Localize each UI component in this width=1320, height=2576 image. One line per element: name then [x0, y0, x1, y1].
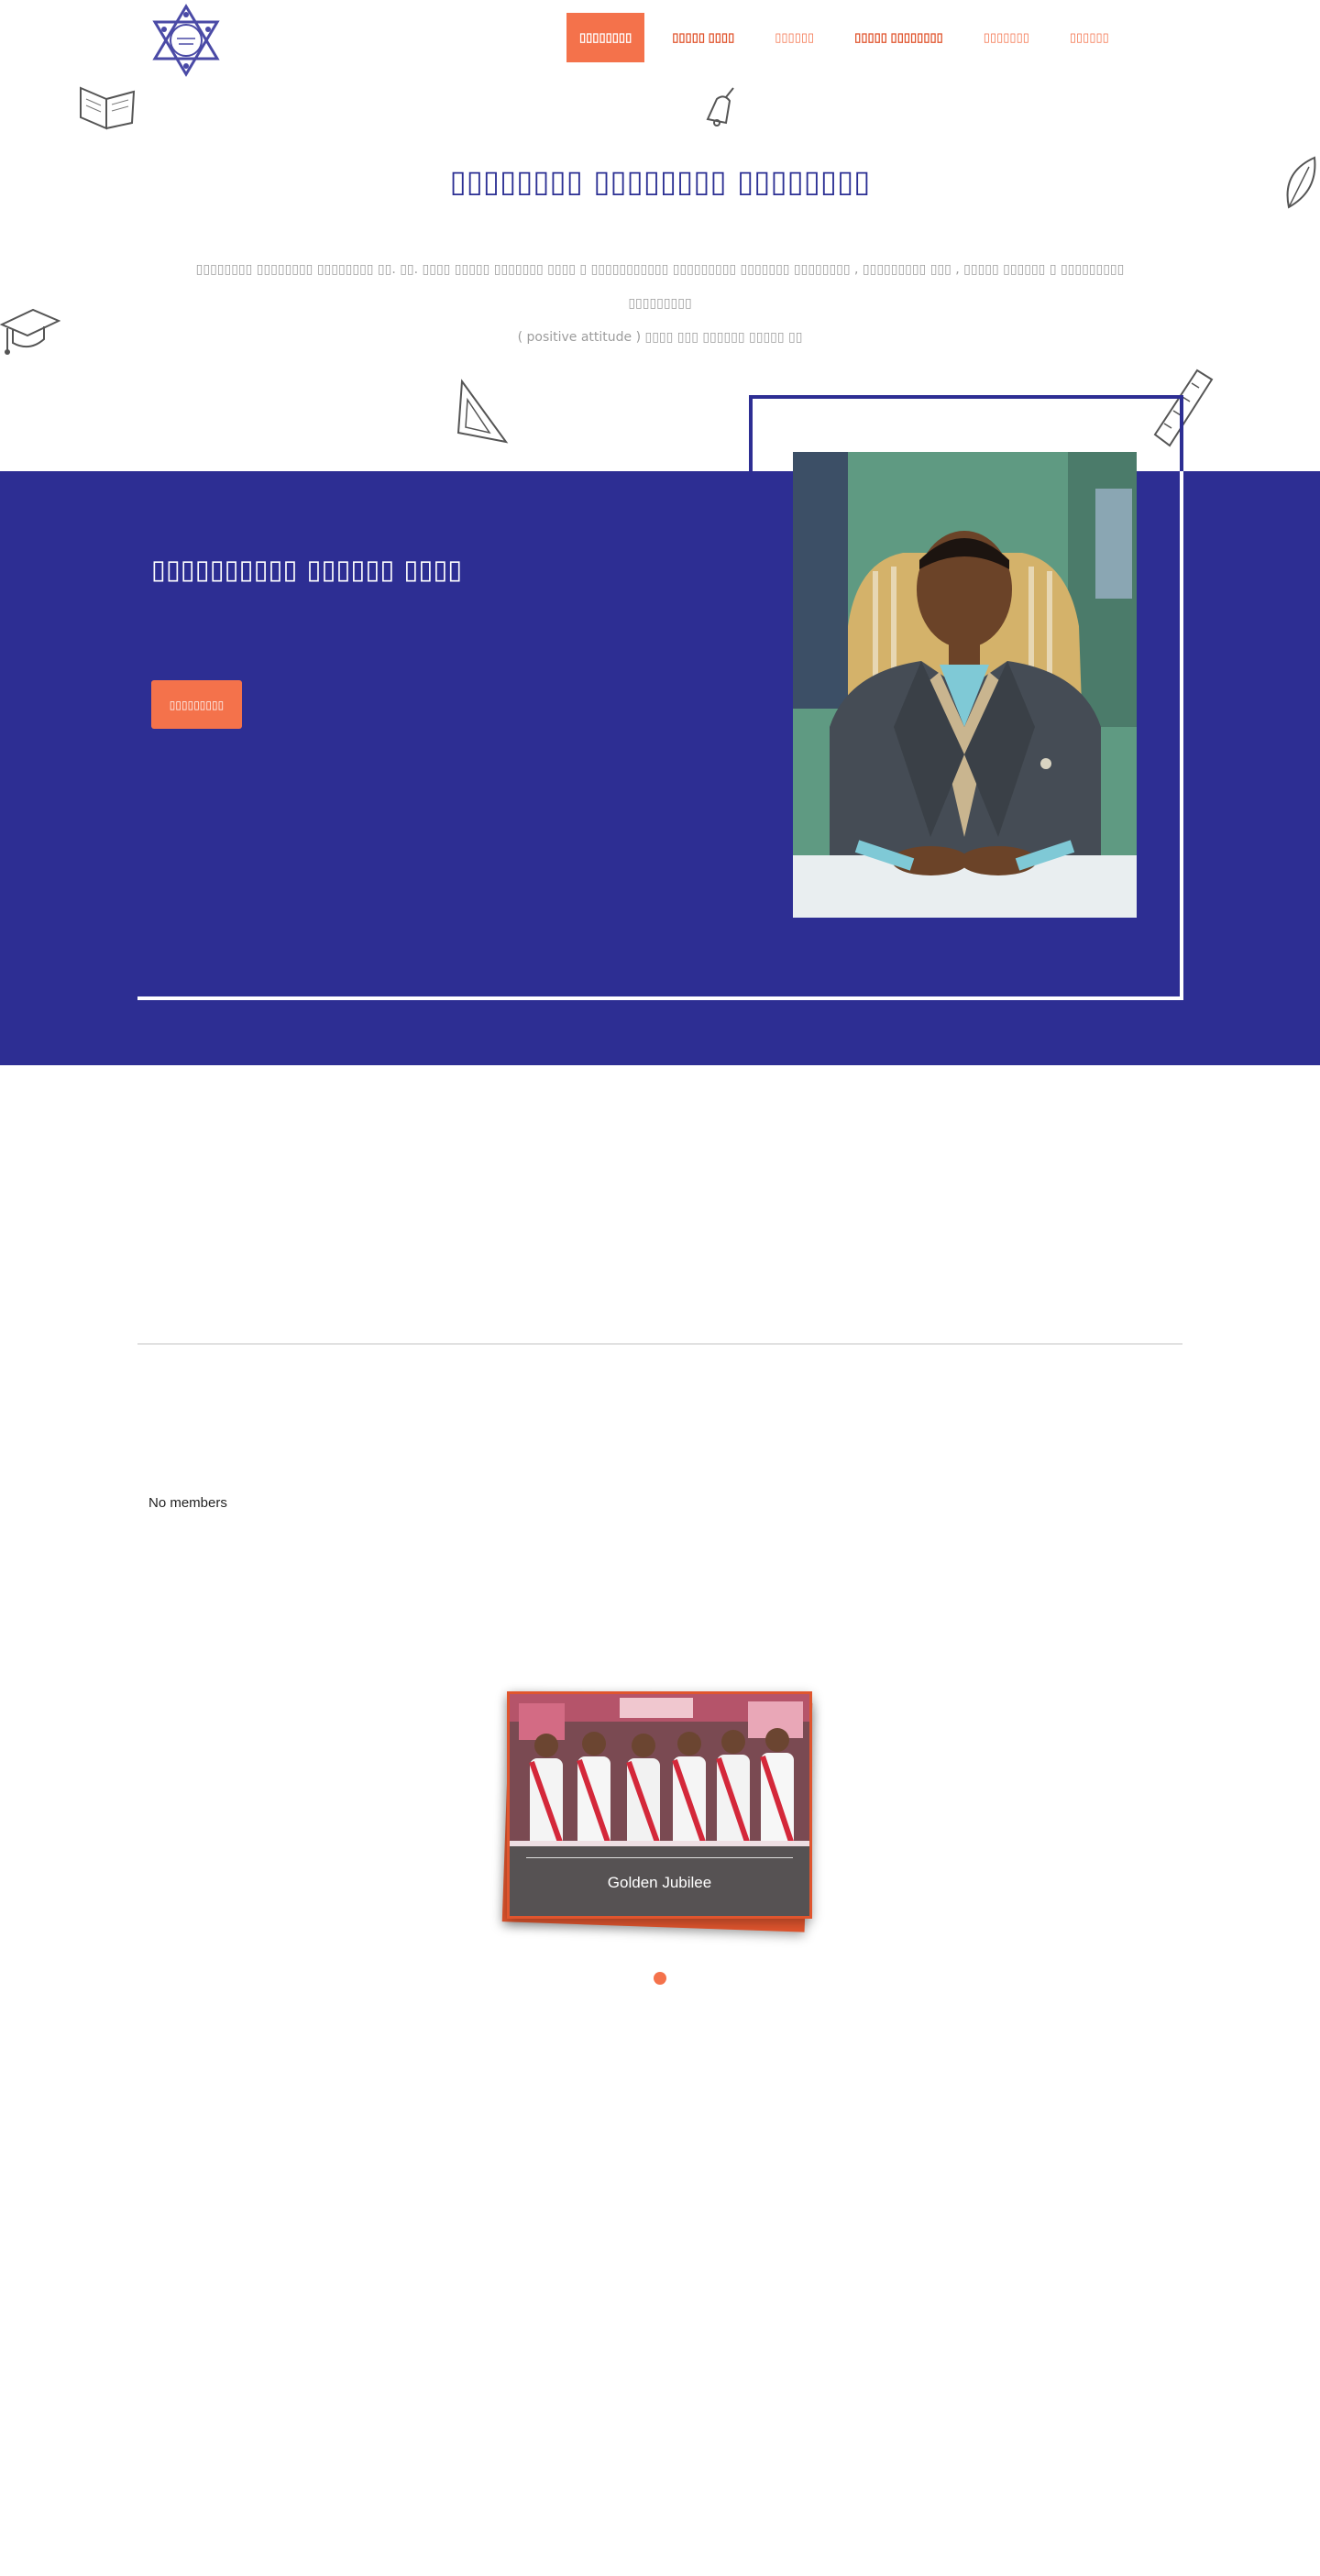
graduation-cap-doodle-icon [0, 303, 60, 358]
members-empty-text: No members [148, 1495, 227, 1511]
nav-item-home[interactable]: ▯▯▯▯▯▯▯▯ [566, 13, 645, 62]
nav-item-5[interactable]: ▯▯▯▯▯▯▯ [971, 13, 1042, 62]
intro-text-line-2: ( positive attitude ) ▯▯▯▯ ▯▯▯ ▯▯▯▯▯▯ ▯▯… [517, 330, 803, 345]
page: { "header": { "logo_icon": "college-star… [0, 0, 1320, 2576]
frame-border [138, 996, 1183, 1000]
section-divider [138, 1343, 1182, 1345]
gallery-caption: Golden Jubilee [607, 1874, 712, 1891]
frame-border [749, 395, 1183, 399]
intro-text-line-1: ▯▯▯▯▯▯▯▯ ▯▯▯▯▯▯▯▯ ▯▯▯▯▯▯▯▯ ▯▯. ▯▯. ▯▯▯▯ … [195, 262, 1125, 311]
nav-item-3[interactable]: ▯▯▯▯▯▯ [762, 13, 827, 62]
main-nav: ▯▯▯▯▯▯▯▯ ▯▯▯▯▯ ▯▯▯▯ ▯▯▯▯▯▯ ▯▯▯▯▯ ▯▯▯▯▯▯▯… [566, 13, 1137, 62]
frame-border [1180, 395, 1183, 471]
gallery-slide[interactable]: Golden Jubilee [507, 1691, 812, 1919]
caption-divider [526, 1857, 793, 1858]
set-square-doodle-icon [455, 378, 512, 446]
frame-border [1180, 471, 1183, 1000]
gallery-caption-bar: Golden Jubilee [510, 1846, 809, 1916]
bell-doodle-icon [698, 86, 741, 128]
principal-photo [793, 452, 1137, 918]
slider-dot[interactable] [654, 1972, 666, 1985]
nav-item-6[interactable]: ▯▯▯▯▯▯ [1057, 13, 1122, 62]
book-doodle-icon [75, 79, 139, 132]
principal-read-more-button[interactable]: ▯▯▯▯▯▯▯▯▯ [151, 680, 242, 729]
frame-border [749, 395, 753, 471]
nav-item-4[interactable]: ▯▯▯▯▯ ▯▯▯▯▯▯▯▯ [842, 13, 956, 62]
principal-title: ▯▯▯▯▯▯▯▯▯▯ ▯▯▯▯▯▯ ▯▯▯▯ [151, 554, 463, 585]
college-star-logo-icon [152, 4, 220, 77]
nav-item-2[interactable]: ▯▯▯▯▯ ▯▯▯▯ [659, 13, 747, 62]
college-logo[interactable] [149, 4, 223, 77]
intro-title: ▯▯▯▯▯▯▯▯ ▯▯▯▯▯▯▯▯ ▯▯▯▯▯▯▯▯ [449, 163, 871, 199]
intro-text: ▯▯▯▯▯▯▯▯ ▯▯▯▯▯▯▯▯ ▯▯▯▯▯▯▯▯ ▯▯. ▯▯. ▯▯▯▯ … [183, 253, 1137, 355]
ruler-doodle-icon [1151, 367, 1216, 449]
